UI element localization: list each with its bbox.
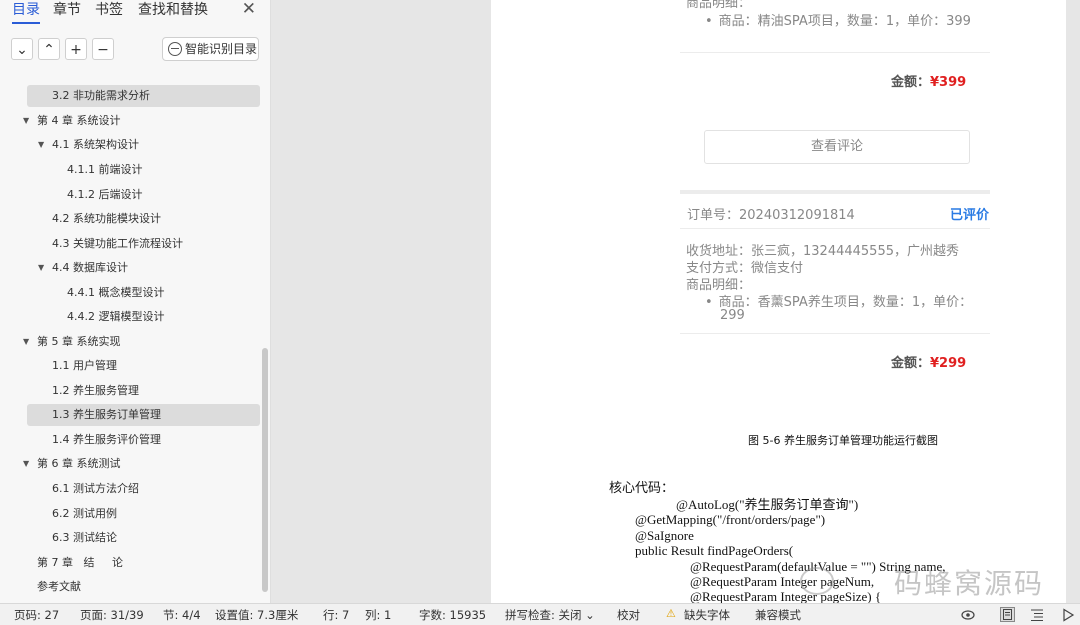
expand-arrow-icon[interactable]: ▼ [38, 257, 44, 279]
card-separator [680, 190, 990, 194]
toc-item[interactable]: 3.2 非功能需求分析 [27, 85, 260, 107]
tab-toc[interactable]: 目录 [12, 0, 40, 24]
navigation-pane: 目录 章节 书签 查找和替换 ✕ ⌄ ⌃ + − 智能识别目录 ▬▬▬ ▬▬▬▬… [0, 0, 271, 603]
robot-icon [168, 42, 182, 56]
tab-bookmarks[interactable]: 书签 [95, 0, 123, 20]
setting-value[interactable]: 设置值: 7.3厘米 [215, 607, 298, 623]
order-status-badge: 已评价 [950, 208, 990, 223]
status-bar: 页码: 27 页面: 31/39 节: 4/4 设置值: 7.3厘米 行: 7 … [0, 603, 1080, 625]
order2-item-price: 299 [720, 308, 745, 323]
core-code-label: 核心代码： [609, 481, 675, 496]
watermark: 码蜂窝源码 [800, 562, 1044, 602]
toc-item[interactable]: 1.3 养生服务订单管理 [27, 404, 260, 426]
smart-toc-label: 智能识别目录 [185, 42, 258, 56]
play-icon[interactable] [1061, 608, 1075, 622]
collapse-button[interactable]: ⌃ [38, 38, 60, 60]
missing-font-button[interactable]: 缺失字体 [684, 607, 730, 623]
code-line: @GetMapping("/front/orders/page") [635, 512, 826, 527]
eye-icon[interactable] [961, 608, 975, 622]
view-review-button[interactable]: 查看评论 [704, 130, 970, 164]
close-icon[interactable]: ✕ [242, 0, 256, 19]
toc-item[interactable]: 6.2 测试用例 [0, 503, 260, 525]
code-line: @SaIgnore [635, 528, 694, 543]
expand-all-button[interactable]: ⌄ [11, 38, 33, 60]
toc-item[interactable]: 4.3 关键功能工作流程设计 [0, 233, 260, 255]
section-indicator[interactable]: 节: 4/4 [163, 607, 201, 623]
spellcheck-toggle[interactable]: 拼写检查: 关闭 ⌄ [505, 607, 595, 623]
divider [680, 333, 990, 334]
toc-item[interactable]: ▼ 4.4 数据库设计 [0, 257, 260, 279]
divider [680, 228, 990, 229]
remove-heading-button[interactable]: − [92, 38, 114, 60]
toc-item[interactable]: 6.1 测试方法介绍 [0, 478, 260, 500]
toc-item[interactable]: ▼ 第 4 章 系统设计 [0, 110, 260, 132]
page-number[interactable]: 页码: 27 [14, 607, 59, 623]
order-number: 订单号：20240312091814 [687, 208, 855, 223]
toc-item[interactable]: 4.4.2 逻辑模型设计 [0, 306, 260, 328]
row-indicator[interactable]: 行: 7 [323, 607, 349, 623]
proofread-button[interactable]: 校对 [617, 607, 640, 623]
toc-item[interactable]: 参考文献 [0, 576, 260, 598]
toc-item-partial: ▬▬▬ ▬▬▬▬▬▬▬ [27, 65, 260, 75]
toc-item[interactable]: ▼ 第 6 章 系统测试 [0, 453, 260, 475]
order1-item: • 商品：精油SPA项目，数量：1，单价：399 [705, 14, 971, 29]
code-line: @AutoLog("养生服务订单查询") [676, 497, 859, 512]
column-indicator[interactable]: 列: 1 [365, 607, 391, 623]
code-line: public Result findPageOrders( [635, 543, 794, 558]
toc-item[interactable]: 4.1.1 前端设计 [0, 159, 260, 181]
expand-arrow-icon[interactable]: ▼ [23, 110, 29, 132]
order2-item: • 商品：香薰SPA养生项目，数量：1，单价： [705, 295, 973, 310]
toc-item[interactable]: ▼ 4.1 系统架构设计 [0, 134, 260, 156]
toc-item[interactable]: 1.1 用户管理 [0, 355, 260, 377]
divider [680, 52, 990, 53]
add-heading-button[interactable]: + [65, 38, 87, 60]
toc-item[interactable]: 6.3 测试结论 [0, 527, 260, 549]
toc-item[interactable]: 4.1.2 后端设计 [0, 184, 260, 206]
tab-find-replace[interactable]: 查找和替换 [138, 0, 208, 20]
order1-amount: 金额：¥399 [891, 75, 967, 90]
toc-tree: ▬▬▬ ▬▬▬▬▬▬▬ 3.2 非功能需求分析 ▼第 4 章 系统设计 ▼4.1… [0, 62, 262, 603]
warning-icon: ⚠ [666, 607, 676, 620]
figure-caption: 图 5-6 养生服务订单管理功能运行截图 [748, 434, 938, 447]
toc-item[interactable]: 1.2 养生服务管理 [0, 380, 260, 402]
smart-toc-button[interactable]: 智能识别目录 [162, 37, 259, 61]
word-count[interactable]: 字数: 15935 [419, 607, 486, 623]
toc-item[interactable]: 1.4 养生服务评价管理 [0, 429, 260, 451]
wechat-icon [800, 567, 834, 595]
order2-amount: 金额：¥299 [891, 356, 967, 371]
pane-tabs: 目录 章节 书签 查找和替换 ✕ [0, 0, 270, 26]
expand-arrow-icon[interactable]: ▼ [38, 134, 44, 156]
toc-item[interactable]: 4.2 系统功能模块设计 [0, 208, 260, 230]
toc-scrollbar[interactable] [262, 348, 268, 592]
compat-mode-label: 兼容模式 [755, 608, 801, 622]
expand-arrow-icon[interactable]: ▼ [23, 453, 29, 475]
expand-arrow-icon[interactable]: ▼ [23, 331, 29, 353]
page-count[interactable]: 页面: 31/39 [80, 607, 144, 623]
page-view-icon[interactable] [1000, 607, 1015, 622]
toc-item[interactable]: ▼ 第 5 章 系统实现 [0, 331, 260, 353]
outline-view-icon[interactable] [1030, 608, 1044, 622]
toc-item[interactable]: 4.4.1 概念模型设计 [0, 282, 260, 304]
toc-item[interactable]: 第 7 章 结 论 [0, 552, 260, 574]
tab-chapters[interactable]: 章节 [53, 0, 81, 20]
